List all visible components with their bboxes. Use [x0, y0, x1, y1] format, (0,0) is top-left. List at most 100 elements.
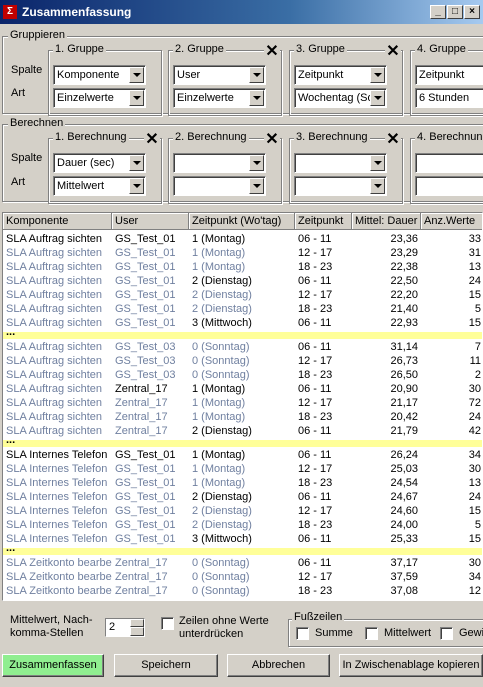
art-select[interactable]: Wochentag (So — [294, 88, 387, 108]
table-row[interactable]: SLA Auftrag sichten GS_Test_03 0 (Sonntag)… — [3, 368, 482, 382]
table-row[interactable]: SLA Internes Telefon GS_Test_01 1 (Montag)… — [3, 476, 482, 490]
select-value: Einzelwerte — [177, 92, 234, 104]
summarize-button[interactable]: Zusammenfassen — [2, 654, 104, 677]
gruppieren-title: Gruppieren — [8, 29, 68, 41]
column-header[interactable]: Komponente — [3, 213, 112, 230]
table-row[interactable]: SLA Zeitkonto bearbe Zentral_17 0 (Sonntag… — [3, 570, 482, 584]
spalte-select[interactable] — [294, 153, 387, 173]
table-cell: SLA Internes Telefon — [6, 505, 108, 517]
cancel-button[interactable]: Abbrechen — [227, 654, 330, 677]
results-table[interactable]: Komponente User Zeitpunkt (Wo'tag) Zeitpunk… — [2, 212, 483, 601]
suppress-empty-checkbox[interactable] — [161, 617, 174, 630]
table-row[interactable]: SLA Internes Telefon GS_Test_01 2 (Diensta… — [3, 518, 482, 532]
copy-clipboard-button[interactable]: In Zwischenablage kopieren — [339, 654, 483, 677]
chevron-down-icon[interactable] — [370, 67, 385, 83]
table-row[interactable]: SLA Auftrag sichten GS_Test_01 2 (Dienstag… — [3, 274, 482, 288]
spalte-select[interactable]: Zeitpunkt — [415, 65, 483, 85]
chevron-down-icon[interactable] — [249, 178, 264, 194]
chevron-down-icon[interactable] — [370, 90, 385, 106]
column-header[interactable]: Zeitpunkt — [295, 213, 352, 230]
remove-icon[interactable]: ✕ — [264, 44, 280, 60]
chevron-down-icon[interactable] — [129, 155, 144, 171]
table-row[interactable]: SLA Auftrag sichten GS_Test_01 2 (Dienstag… — [3, 288, 482, 302]
spin-down-icon[interactable] — [130, 627, 144, 636]
table-row[interactable]: SLA Auftrag sichten Zentral_17 1 (Montag) 1… — [3, 396, 482, 410]
footer-sum-checkbox[interactable] — [296, 627, 309, 640]
table-row[interactable]: SLA Internes Telefon GS_Test_01 1 (Montag)… — [3, 462, 482, 476]
footer-weight-checkbox[interactable] — [440, 627, 453, 640]
table-cell: 22,50 — [390, 275, 418, 287]
table-row[interactable]: SLA Auftrag sichten Zentral_17 2 (Dienstag… — [3, 424, 482, 438]
table-cell: GS_Test_01 — [115, 275, 176, 287]
table-cell: 06 - 11 — [298, 233, 332, 245]
table-cell: 23,36 — [390, 233, 418, 245]
table-cell: SLA Auftrag sichten — [6, 247, 103, 259]
select-value: Mittelwert — [57, 180, 105, 192]
table-cell: 26,24 — [390, 449, 418, 461]
maximize-button[interactable]: □ — [447, 5, 463, 19]
art-select[interactable]: 6 Stunden — [415, 88, 483, 108]
art-select[interactable]: Einzelwerte — [173, 88, 266, 108]
table-cell: 15 — [468, 505, 481, 517]
table-cell: 2 (Dienstag) — [192, 425, 252, 437]
chevron-down-icon[interactable] — [129, 67, 144, 83]
table-row[interactable]: SLA Auftrag sichten GS_Test_01 1 (Montag) 1… — [3, 260, 482, 274]
table-row[interactable]: SLA Internes Telefon GS_Test_01 2 (Diensta… — [3, 504, 482, 518]
table-row[interactable]: SLA Auftrag sichten GS_Test_01 1 (Montag) 1… — [3, 246, 482, 260]
spalte-select[interactable]: User — [173, 65, 266, 85]
spalte-select[interactable] — [415, 153, 483, 173]
table-row[interactable]: SLA Zeitkonto bearbe Zentral_17 0 (Sonntag… — [3, 556, 482, 570]
group-title: 4. Gruppe — [415, 43, 468, 55]
column-header[interactable]: Mittel: Dauer — [352, 213, 421, 230]
chevron-down-icon[interactable] — [370, 178, 385, 194]
chevron-down-icon[interactable] — [249, 90, 264, 106]
ellipsis-label: ... — [6, 542, 16, 554]
table-row[interactable]: SLA Internes Telefon GS_Test_01 1 (Montag)… — [3, 448, 482, 462]
footer-mean-checkbox[interactable] — [365, 627, 378, 640]
chevron-down-icon[interactable] — [249, 67, 264, 83]
art-select[interactable] — [415, 176, 483, 196]
spalte-select[interactable]: Komponente — [53, 65, 146, 85]
group-title: 2. Gruppe — [173, 43, 226, 55]
art-select[interactable] — [173, 176, 266, 196]
chevron-down-icon[interactable] — [129, 178, 144, 194]
table-row[interactable]: SLA Internes Telefon GS_Test_01 3 (Mittwoc… — [3, 532, 482, 546]
spin-up-icon[interactable] — [130, 619, 144, 627]
spalte-select[interactable]: Zeitpunkt — [294, 65, 387, 85]
column-header[interactable]: Zeitpunkt (Wo'tag) — [189, 213, 295, 230]
remove-icon[interactable]: ✕ — [264, 132, 280, 148]
chevron-down-icon[interactable] — [249, 155, 264, 171]
table-row[interactable]: SLA Auftrag sichten GS_Test_01 1 (Montag) 0… — [3, 232, 482, 246]
table-row[interactable]: SLA Internes Telefon GS_Test_01 2 (Diensta… — [3, 490, 482, 504]
table-row[interactable]: SLA Auftrag sichten Zentral_17 1 (Montag) 0… — [3, 382, 482, 396]
remove-icon[interactable]: ✕ — [385, 132, 401, 148]
art-select[interactable]: Einzelwerte — [53, 88, 146, 108]
spalte-select[interactable]: Dauer (sec) — [53, 153, 146, 173]
chevron-down-icon[interactable] — [370, 155, 385, 171]
table-cell: 31,14 — [390, 341, 418, 353]
spalte-select[interactable] — [173, 153, 266, 173]
column-header[interactable]: Anz.Werte — [421, 213, 482, 230]
table-cell: 26,73 — [390, 355, 418, 367]
table-cell: SLA Auftrag sichten — [6, 425, 103, 437]
art-select[interactable]: Mittelwert — [53, 176, 146, 196]
table-cell: 06 - 11 — [298, 449, 332, 461]
column-header[interactable]: User — [112, 213, 189, 230]
close-button[interactable]: × — [464, 5, 480, 19]
art-select[interactable] — [294, 176, 387, 196]
table-row[interactable]: SLA Auftrag sichten GS_Test_01 2 (Dienstag… — [3, 302, 482, 316]
table-row[interactable]: SLA Auftrag sichten GS_Test_03 0 (Sonntag)… — [3, 354, 482, 368]
title-bar[interactable]: Σ Zusammenfassung _ □ × — [0, 0, 483, 24]
table-row[interactable]: SLA Auftrag sichten Zentral_17 1 (Montag) 1… — [3, 410, 482, 424]
table-row[interactable]: SLA Zeitkonto bearbe Zentral_17 0 (Sonntag… — [3, 584, 482, 598]
table-cell: SLA Auftrag sichten — [6, 275, 103, 287]
chevron-down-icon[interactable] — [129, 90, 144, 106]
table-cell: 1 (Montag) — [192, 233, 246, 245]
save-button[interactable]: Speichern — [114, 654, 218, 677]
table-row[interactable]: SLA Auftrag sichten GS_Test_01 3 (Mittwoch… — [3, 316, 482, 330]
table-row[interactable]: SLA Auftrag sichten GS_Test_03 0 (Sonntag)… — [3, 340, 482, 354]
minimize-button[interactable]: _ — [430, 5, 446, 19]
remove-icon[interactable]: ✕ — [385, 44, 401, 60]
remove-icon[interactable]: ✕ — [144, 132, 160, 148]
decimals-spinner[interactable]: 2 — [105, 618, 145, 637]
